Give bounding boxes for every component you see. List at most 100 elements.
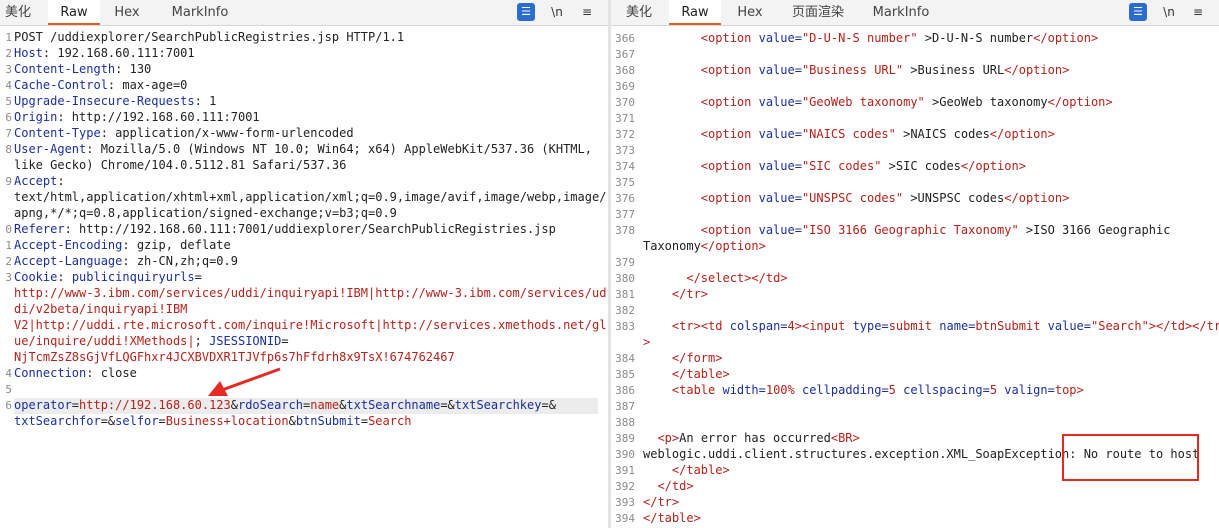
request-code-view[interactable]: 1 POST /uddiexplorer/SearchPublicRegistri… xyxy=(0,26,608,528)
tab-hex[interactable]: Hex xyxy=(104,0,150,25)
line-number: 385 xyxy=(615,368,635,381)
newline-toggle-icon[interactable]: \n xyxy=(548,3,566,21)
code-token: Accept-Encoding xyxy=(14,238,123,252)
code-token: </tr xyxy=(1192,319,1219,333)
code-token: </td> xyxy=(751,271,788,285)
line-number: 379 xyxy=(615,256,635,269)
wrap-toggle-icon[interactable]: ☰ xyxy=(517,3,535,21)
code-token: type= xyxy=(852,319,889,333)
line-number: 366 xyxy=(615,32,635,45)
newline-toggle-icon[interactable]: \n xyxy=(1160,3,1178,21)
code-token: >SIC codes xyxy=(881,159,961,173)
code-token: Content-Length xyxy=(14,62,116,76)
tab-markinfo[interactable]: MarkInfo xyxy=(865,0,937,25)
code-line: <option value="ISO 3166 Geographic Taxon… xyxy=(643,223,1171,237)
code-token: >UNSPSC codes xyxy=(903,191,1005,205)
tab-hex[interactable]: Hex xyxy=(729,0,771,25)
code-token: width= xyxy=(722,383,766,397)
code-line: NjTcmZsZ8sGjVfLQGFhxr4JCXBVDXR1TJVfp6s7h… xyxy=(14,350,455,364)
code-token: 5 xyxy=(989,383,1005,397)
code-token: </tr> xyxy=(671,287,709,301)
code-token: An error has occurred xyxy=(679,431,831,445)
code-token: publicinquiryurls xyxy=(71,270,195,284)
line-number: 376 xyxy=(615,192,635,205)
code-token: <input xyxy=(801,319,853,333)
code-token: : xyxy=(57,174,65,188)
line-number: 4 xyxy=(5,79,12,92)
code-token: Upgrade-Insecure-Requests xyxy=(14,94,195,108)
code-line: </table> xyxy=(643,511,701,525)
code-token: Referer xyxy=(14,222,65,236)
code-token: cellspacing= xyxy=(903,383,990,397)
code-token: </option> xyxy=(960,159,1026,173)
code-token: <option xyxy=(700,95,759,109)
line-number: 367 xyxy=(615,48,635,61)
menu-icon[interactable]: ≡ xyxy=(1189,3,1207,21)
code-token: value= xyxy=(758,127,802,141)
code-token: : http://192.168.60.111:7001/uddiexplore… xyxy=(64,222,556,236)
code-token: & xyxy=(288,414,296,428)
line-number: 384 xyxy=(615,352,635,365)
tab-raw[interactable]: Raw xyxy=(48,0,100,25)
code-line: <option value="D-U-N-S number" >D-U-N-S … xyxy=(643,31,1098,45)
code-line: </select></td> xyxy=(643,271,788,285)
code-token: "Search" xyxy=(1091,319,1149,333)
code-token: ue/inquire/uddi!XMethods| xyxy=(14,334,195,348)
line-number: 3 xyxy=(5,271,12,284)
tab-beautify[interactable]: 美化 xyxy=(617,0,661,25)
code-token: ; xyxy=(194,334,210,348)
line-number: 5 xyxy=(5,95,12,108)
line-number: 392 xyxy=(615,480,635,493)
code-token: <table xyxy=(671,383,723,397)
code-token: value= xyxy=(758,95,802,109)
line-number: 381 xyxy=(615,288,635,301)
code-line: Accept-Language: zh-CN,zh;q=0.9 xyxy=(14,254,238,268)
code-line: <p>An error has occurred<BR> xyxy=(643,431,859,445)
code-token: Accept xyxy=(14,174,58,188)
code-token: </option> xyxy=(1033,31,1099,45)
code-token: <option xyxy=(700,191,759,205)
line-number: 6 xyxy=(5,399,12,412)
code-token: 100% xyxy=(765,383,802,397)
code-token: <option xyxy=(700,223,759,237)
code-token: = xyxy=(158,414,166,428)
code-line: ue/inquire/uddi!XMethods|; JSESSIONID= xyxy=(14,334,289,348)
line-number: 386 xyxy=(615,384,635,397)
line-number: 372 xyxy=(615,128,635,141)
code-token: : application/x-www-form-urlencoded xyxy=(100,126,354,140)
line-number: 0 xyxy=(5,223,12,236)
line-number: 371 xyxy=(615,112,635,125)
code-line: txtSearchfor=&selfor=Business+location&b… xyxy=(14,414,411,428)
code-token: > xyxy=(794,319,802,333)
code-line: </table> xyxy=(643,463,730,477)
code-line: Cookie: publicinquiryurls= xyxy=(14,270,202,284)
tab-beautify[interactable]: 美化 xyxy=(0,0,36,25)
code-token: Cookie xyxy=(14,270,58,284)
wrap-toggle-icon[interactable]: ☰ xyxy=(1129,3,1147,21)
tab-markinfo[interactable]: MarkInfo xyxy=(160,0,240,25)
code-line: <option value="SIC codes" >SIC codes</op… xyxy=(643,159,1026,173)
code-token: value= xyxy=(1047,319,1091,333)
code-token: <td xyxy=(700,319,730,333)
line-number: 380 xyxy=(615,272,635,285)
tab-render[interactable]: 页面渲染 xyxy=(783,0,853,25)
line-number: 4 xyxy=(5,367,12,380)
code-token: value= xyxy=(758,63,802,77)
code-token: <option xyxy=(700,127,759,141)
menu-icon[interactable]: ≡ xyxy=(578,3,596,21)
code-token: <option xyxy=(700,159,759,173)
line-number: 393 xyxy=(615,496,635,509)
code-token: Business+location xyxy=(165,414,289,428)
code-token: </td> xyxy=(657,479,694,493)
line-number: 387 xyxy=(615,400,635,413)
line-number: 369 xyxy=(615,80,635,93)
tab-raw[interactable]: Raw xyxy=(669,0,721,25)
code-token: Content-Type xyxy=(14,126,101,140)
code-line: Content-Type: application/x-www-form-url… xyxy=(14,126,354,140)
code-token: </option> xyxy=(700,239,766,253)
code-token: </td> xyxy=(1156,319,1193,333)
